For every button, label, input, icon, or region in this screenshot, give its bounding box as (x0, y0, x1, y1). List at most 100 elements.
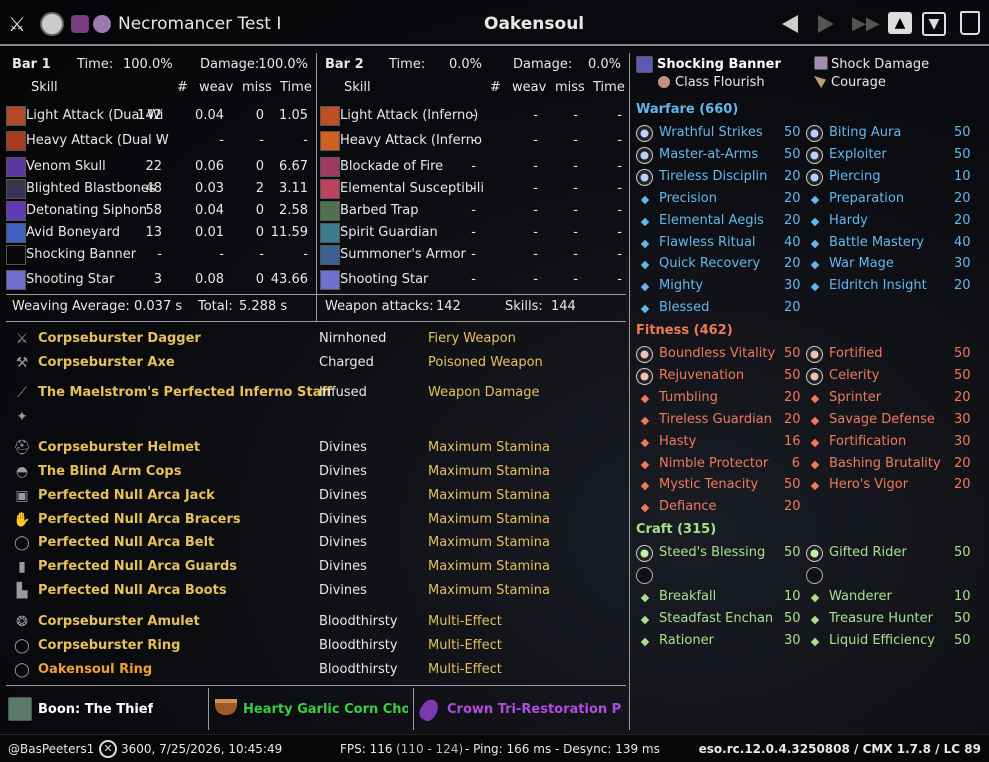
cp-star-name: Treasure Hunter (829, 611, 933, 626)
fps: FPS: 116 (340, 742, 393, 756)
skill-count: 3 (153, 272, 162, 287)
star-icon (640, 260, 650, 270)
cp-star-name: Defiance (659, 499, 717, 514)
slotted-star-icon[interactable] (636, 368, 653, 385)
slotted-star-icon[interactable] (806, 125, 823, 142)
skill-miss: 0 (255, 108, 264, 123)
skill-weave: 0.04 (195, 108, 224, 123)
gear-name: Perfected Null Arca Bracers (38, 512, 241, 527)
slotted-star-icon[interactable] (636, 545, 653, 562)
previous-icon[interactable] (782, 15, 798, 33)
save-icon[interactable]: ▼ (922, 12, 946, 36)
potion-icon (416, 696, 442, 724)
gear-name: Perfected Null Arca Guards (38, 559, 237, 574)
courage-icon (814, 76, 826, 88)
star-icon (810, 637, 820, 647)
trash-icon[interactable] (960, 11, 980, 35)
gear-trait: Bloodthirsty (319, 614, 398, 629)
skill-time: 43.66 (270, 272, 308, 287)
star-icon (810, 416, 820, 426)
fitness-tree-title: Fitness (462) (636, 323, 733, 338)
skill-miss: 0 (255, 225, 264, 240)
gear-enchant: Multi-Effect (428, 638, 502, 653)
cp-star-name: Savage Defense (829, 412, 935, 427)
cp-star-value: 40 (954, 235, 971, 250)
skill-miss: 2 (255, 181, 264, 196)
craft-tree-title: Craft (315) (636, 522, 717, 537)
slotted-star-icon[interactable] (636, 346, 653, 363)
star-icon (810, 615, 820, 625)
cp-star-value: 50 (784, 477, 801, 492)
cp-star-value: 20 (954, 390, 971, 405)
skill-time: 11.59 (270, 225, 308, 240)
slotted-star-icon[interactable] (806, 346, 823, 363)
gear-top-divider (6, 321, 626, 322)
cp-star-value: 20 (784, 256, 801, 271)
gear-row: ▮ Perfected Null Arca Guards Divines Maximu… (12, 558, 624, 576)
gear-row: ▣ Perfected Null Arca Jack Divines Maximum … (12, 487, 624, 505)
gear-trait: Divines (319, 512, 367, 527)
star-icon (640, 394, 650, 404)
cp-star-name: Nimble Protector (659, 456, 769, 471)
col-skill: Skill (31, 80, 58, 95)
cp-star-value: 50 (954, 611, 971, 626)
star-icon (810, 394, 820, 404)
skill-row: Heavy Attack (Inferno - - - - (320, 131, 624, 151)
cp-slot2: Shock Damage (831, 57, 930, 72)
star-icon (810, 593, 820, 603)
skill-count: - (157, 133, 162, 148)
gear-trait: Divines (319, 583, 367, 598)
skill-icon (6, 131, 26, 151)
empty-slot-icon[interactable] (806, 567, 823, 584)
ring-icon: ◯ (14, 638, 30, 654)
amulet-icon: ❂ (16, 614, 28, 630)
helmet-icon: ⛑ (13, 440, 31, 456)
bars-divider (316, 53, 317, 321)
upload-icon[interactable]: ▲ (888, 12, 912, 34)
bar1-time: 100.0% (123, 57, 173, 72)
slotted-star-icon[interactable] (806, 169, 823, 186)
gear-enchant: Weapon Damage (428, 385, 540, 400)
cp-star-value: 50 (954, 633, 971, 648)
skill-icon (6, 201, 26, 221)
cp-star-name: Blessed (659, 300, 710, 315)
cp-star-value: 30 (954, 256, 971, 271)
slotted-star-icon[interactable] (636, 169, 653, 186)
next-icon[interactable] (818, 15, 834, 33)
weapon-attacks: 142 (436, 299, 461, 314)
cmx-panel: ⚔ Necromancer Test I Oakensoul ▶▶ ▲ ▼ Ba… (0, 0, 989, 762)
star-icon (640, 593, 650, 603)
gear-row: ⚒ Corpseburster Axe Charged Poisoned Weapon (12, 354, 624, 372)
star-icon (640, 438, 650, 448)
cp-star-value: 30 (954, 434, 971, 449)
skill-name: Light Attack (Inferno) (340, 108, 479, 123)
empty-slot-icon[interactable] (636, 567, 653, 584)
cp-star-value: 20 (784, 300, 801, 315)
skill-weave: - (533, 203, 538, 218)
class-flourish-icon (658, 76, 670, 88)
gear-enchant: Fiery Weapon (428, 331, 516, 346)
slotted-star-icon[interactable] (636, 147, 653, 164)
star-icon (810, 282, 820, 292)
gear-name: Corpseburster Axe (38, 355, 175, 370)
col-skill: Skill (344, 80, 371, 95)
ring-icon: ◯ (14, 662, 30, 678)
slotted-star-icon[interactable] (806, 147, 823, 164)
slotted-star-icon[interactable] (806, 545, 823, 562)
slotted-star-icon[interactable] (636, 125, 653, 142)
column-divider (629, 53, 630, 730)
character-name: Oakensoul (484, 14, 585, 34)
drink-buff: Crown Tri-Restoration Po... (447, 702, 622, 717)
star-icon (810, 217, 820, 227)
gear-name: Perfected Null Arca Belt (38, 535, 215, 550)
cp-star-name: Piercing (829, 169, 881, 184)
race-icon (93, 15, 111, 33)
fast-forward-icon[interactable]: ▶▶ (852, 15, 880, 33)
gear-row: ◯ Perfected Null Arca Belt Divines Maximum … (12, 534, 624, 552)
slotted-star-icon[interactable] (806, 368, 823, 385)
skill-time: 3.11 (279, 181, 308, 196)
skill-name: Heavy Attack (Inferno (340, 133, 482, 148)
skill-weave: - (533, 159, 538, 174)
gear-enchant: Maximum Stamina (428, 583, 550, 598)
gear-trait: Charged (319, 355, 374, 370)
